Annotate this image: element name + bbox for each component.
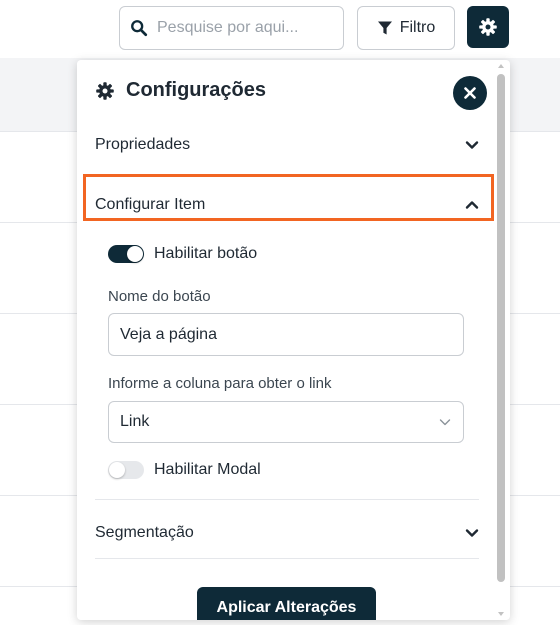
section-configure-item-label: Configurar Item <box>95 196 206 213</box>
enable-modal-label: Habilitar Modal <box>154 461 261 478</box>
section-properties-label: Propriedades <box>95 136 191 153</box>
panel-scrollbar[interactable] <box>496 64 506 616</box>
gear-icon <box>96 81 114 100</box>
scroll-up-arrow-icon[interactable] <box>498 64 504 68</box>
chevron-down-icon <box>465 141 479 149</box>
button-name-input[interactable] <box>108 313 464 356</box>
enable-modal-row: Habilitar Modal <box>108 461 261 479</box>
search-icon <box>131 20 148 37</box>
chevron-up-icon <box>465 201 479 209</box>
section-segmentation[interactable]: Segmentação <box>95 518 479 548</box>
search-input[interactable] <box>157 19 327 37</box>
section-segmentation-label: Segmentação <box>95 524 194 541</box>
link-column-label: Informe a coluna para obter o link <box>108 375 332 392</box>
panel-title: Configurações <box>126 79 267 101</box>
filter-button[interactable]: Filtro <box>357 6 455 50</box>
search-box[interactable] <box>119 6 344 50</box>
enable-button-label: Habilitar botão <box>154 245 258 262</box>
close-icon <box>464 87 476 99</box>
enable-modal-toggle[interactable] <box>108 461 144 479</box>
scrollbar-thumb[interactable] <box>497 74 505 582</box>
enable-button-toggle[interactable] <box>108 245 144 263</box>
divider <box>95 558 479 559</box>
section-configure-item[interactable]: Configurar Item <box>95 190 479 220</box>
section-properties[interactable]: Propriedades <box>95 130 479 160</box>
divider <box>95 499 479 500</box>
toggle-knob <box>109 462 125 478</box>
chevron-down-icon <box>439 419 451 426</box>
settings-panel: Configurações Propriedades Configurar It… <box>77 60 510 620</box>
filter-button-label: Filtro <box>399 19 436 36</box>
button-name-label: Nome do botão <box>108 288 211 305</box>
enable-button-row: Habilitar botão <box>108 245 257 263</box>
close-button[interactable] <box>453 76 487 110</box>
link-column-select[interactable]: Link <box>108 401 464 443</box>
chevron-down-icon <box>465 529 479 537</box>
scroll-down-arrow-icon[interactable] <box>498 612 504 616</box>
apply-changes-button[interactable]: Aplicar Alterações <box>197 587 376 620</box>
link-column-selected-value: Link <box>120 413 150 430</box>
gear-icon <box>479 18 497 36</box>
settings-button[interactable] <box>467 6 509 48</box>
toggle-knob <box>127 246 143 262</box>
panel-header: Configurações <box>95 79 266 102</box>
funnel-icon <box>377 21 392 35</box>
